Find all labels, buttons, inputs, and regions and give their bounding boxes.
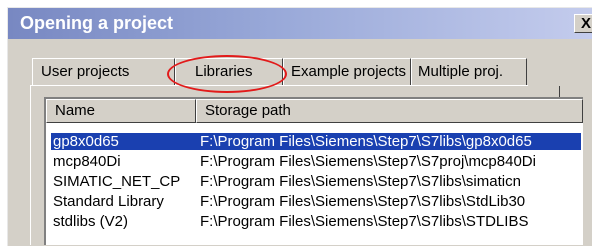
column-header-name[interactable]: Name bbox=[46, 99, 196, 123]
list-item[interactable]: SIMATIC_NET_CP F:\Program Files\Siemens\… bbox=[51, 173, 581, 190]
tab-label: Libraries bbox=[195, 63, 253, 80]
item-name: SIMATIC_NET_CP bbox=[53, 173, 181, 190]
close-button[interactable]: X bbox=[574, 14, 592, 33]
item-name: Standard Library bbox=[53, 193, 164, 210]
dialog-title: Opening a project bbox=[20, 13, 174, 33]
tab-example-projects[interactable]: Example projects bbox=[283, 58, 411, 86]
item-path: F:\Program Files\Siemens\Step7\S7libs\St… bbox=[200, 193, 526, 210]
item-name: gp8x0d65 bbox=[53, 133, 119, 150]
list-item[interactable]: Standard Library F:\Program Files\Siemen… bbox=[51, 193, 581, 210]
tab-label: Multiple proj. bbox=[418, 63, 504, 80]
list-item[interactable]: gp8x0d65 F:\Program Files\Siemens\Step7\… bbox=[51, 133, 581, 150]
column-header-label: Storage path bbox=[205, 102, 291, 119]
title-bar[interactable]: Opening a project X bbox=[8, 8, 592, 39]
item-path: F:\Program Files\Siemens\Step7\S7libs\si… bbox=[200, 173, 521, 190]
list-item[interactable]: stdlibs (V2) F:\Program Files\Siemens\St… bbox=[51, 213, 581, 230]
tab-label: Example projects bbox=[291, 63, 407, 80]
item-name: stdlibs (V2) bbox=[53, 213, 129, 230]
close-icon: X bbox=[581, 15, 592, 32]
tab-multiple-projects[interactable]: Multiple proj. bbox=[411, 58, 527, 86]
item-path: F:\Program Files\Siemens\Step7\S7libs\ST… bbox=[200, 213, 529, 230]
item-name: mcp840Di bbox=[53, 153, 121, 170]
tab-libraries[interactable]: Libraries bbox=[175, 58, 283, 86]
list-item[interactable]: mcp840Di F:\Program Files\Siemens\Step7\… bbox=[51, 153, 581, 170]
item-path: F:\Program Files\Siemens\Step7\S7libs\gp… bbox=[200, 133, 532, 150]
tab-label: User projects bbox=[41, 63, 130, 80]
column-header-storage-path[interactable]: Storage path bbox=[196, 99, 583, 123]
tab-user-projects[interactable]: User projects bbox=[32, 58, 175, 86]
column-header-label: Name bbox=[55, 102, 96, 119]
item-path: F:\Program Files\Siemens\Step7\S7proj\mc… bbox=[200, 153, 536, 170]
library-list[interactable]: Name Storage path gp8x0d65 F:\Program Fi… bbox=[44, 97, 583, 245]
